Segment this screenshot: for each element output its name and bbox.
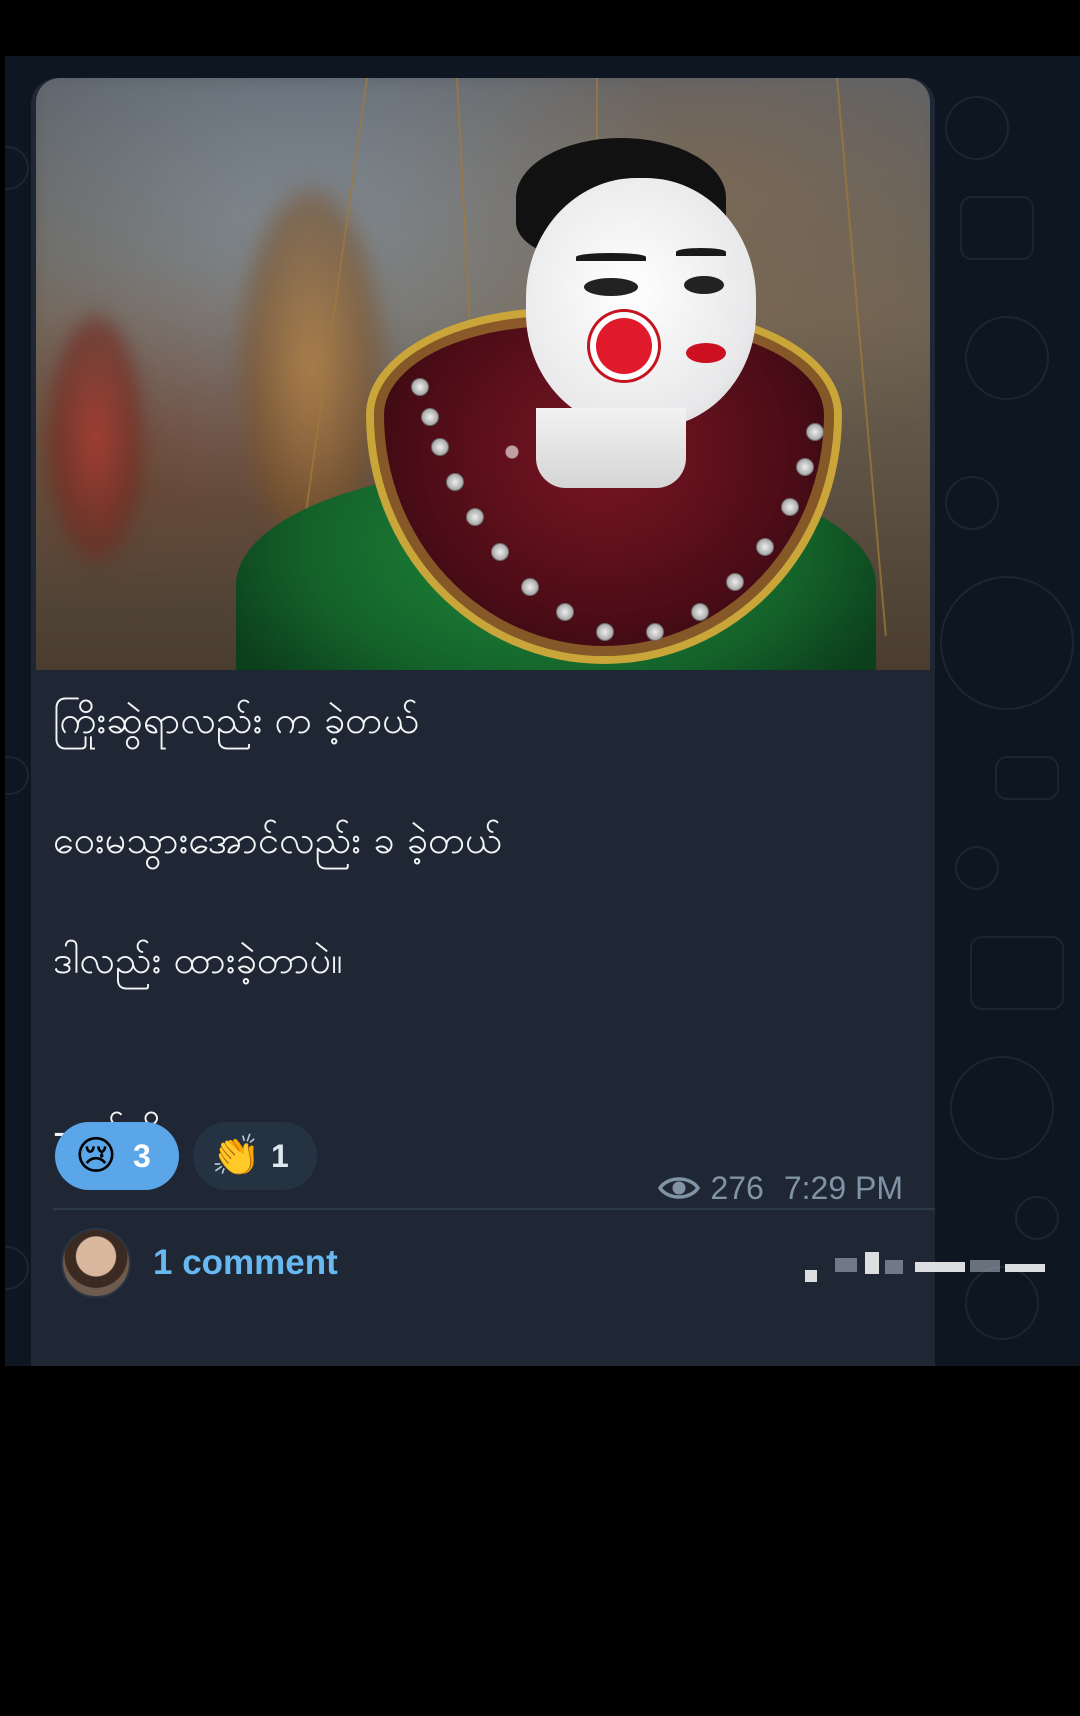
post-time: 7:29 PM — [783, 1169, 903, 1206]
post-text: ကြိုးဆွဲရာလည်း က ခဲ့တယ် ဝေးမသွားအောင်လည်… — [53, 690, 913, 1162]
reaction-clap[interactable]: 👏 1 — [193, 1122, 317, 1190]
screen: ကြိုးဆွဲရာလည်း က ခဲ့တယ် ဝေးမသွားအောင်လည်… — [0, 0, 1080, 1716]
view-count: 276 — [710, 1169, 764, 1206]
pixelated-watermark — [805, 1244, 1065, 1288]
comments-divider — [53, 1208, 935, 1210]
reaction-count: 1 — [271, 1137, 289, 1174]
commenter-avatar — [61, 1228, 131, 1298]
comments-label: 1 comment — [153, 1243, 338, 1282]
channel-post-bubble[interactable]: ကြိုးဆွဲရာလည်း က ခဲ့တယ် ဝေးမသွားအောင်လည်… — [31, 78, 935, 1366]
post-line: ကြိုးဆွဲရာလည်း က ခဲ့တယ် — [53, 698, 420, 742]
eye-icon — [658, 1177, 701, 1199]
post-photo-puppet[interactable] — [36, 78, 930, 670]
comments-button[interactable]: 1 comment — [61, 1224, 338, 1302]
crying-face-icon: 😢 — [75, 1133, 117, 1179]
post-line: ဝေးမသွားအောင်လည်း ခ ခဲ့တယ် — [53, 818, 502, 862]
reaction-count: 3 — [133, 1137, 151, 1174]
reaction-crying[interactable]: 😢 3 — [55, 1122, 179, 1190]
chat-area[interactable]: ကြိုးဆွဲရာလည်း က ခဲ့တယ် ဝေးမသွားအောင်လည်… — [5, 56, 1080, 1366]
post-signature: -မယ်ညို — [53, 1102, 913, 1162]
clapping-hands-icon: 👏 — [211, 1133, 261, 1179]
post-line: ဒါလည်း ထားခဲ့တာပဲ။ — [53, 938, 343, 982]
